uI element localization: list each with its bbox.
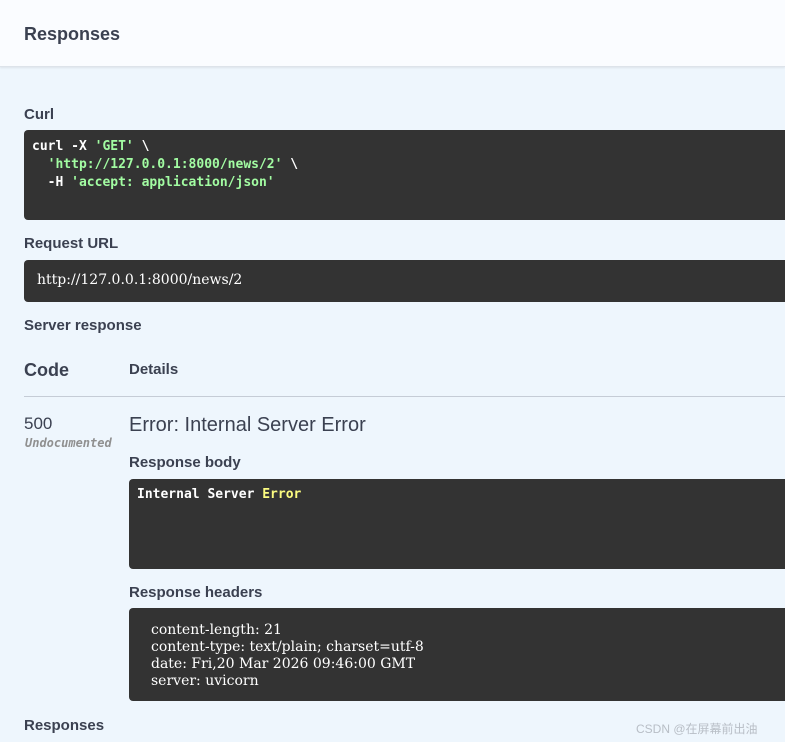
header-line: server: uvicorn: [151, 673, 259, 689]
details-column-header: Details: [129, 361, 179, 378]
response-body-text: Internal Server: [137, 487, 263, 502]
curl-label: Curl: [24, 106, 54, 123]
undocumented-note: Undocumented: [25, 436, 112, 450]
curl-code-block[interactable]: curl -X 'GET' \ 'http://127.0.0.1:8000/n…: [24, 130, 785, 220]
response-headers-label: Response headers: [129, 584, 263, 601]
request-url-value: http://127.0.0.1:8000/news/2: [37, 272, 243, 288]
header-line: content-length: 21: [151, 622, 282, 638]
responses-section-label: Responses: [24, 717, 105, 734]
curl-line-3: -H 'accept: application/json': [32, 175, 275, 190]
curl-line-2: 'http://127.0.0.1:8000/news/2' \: [47, 157, 299, 172]
table-divider: [24, 396, 785, 397]
header-line: content-type: text/plain; charset=utf-8: [151, 639, 424, 655]
response-headers-block[interactable]: content-length: 21 content-type: text/pl…: [129, 608, 785, 701]
response-body-error-word: Error: [262, 487, 302, 502]
request-url-box[interactable]: http://127.0.0.1:8000/news/2: [24, 260, 785, 302]
error-title: Error: Internal Server Error: [129, 414, 366, 436]
watermark: CSDN @在屏幕前出油: [636, 722, 758, 736]
code-column-header: Code: [24, 360, 69, 380]
responses-title: Responses: [24, 24, 121, 44]
request-url-label: Request URL: [24, 235, 119, 252]
response-status-code: 500: [24, 414, 53, 433]
response-body-block[interactable]: Internal Server Error: [129, 479, 785, 569]
server-response-label: Server response: [24, 317, 142, 334]
header-line: date: Fri,20 Mar 2026 09:46:00 GMT: [151, 656, 416, 672]
response-body-label: Response body: [129, 454, 241, 471]
curl-line-1: curl -X 'GET' \: [32, 139, 150, 154]
responses-header-bar: Responses: [0, 0, 785, 67]
